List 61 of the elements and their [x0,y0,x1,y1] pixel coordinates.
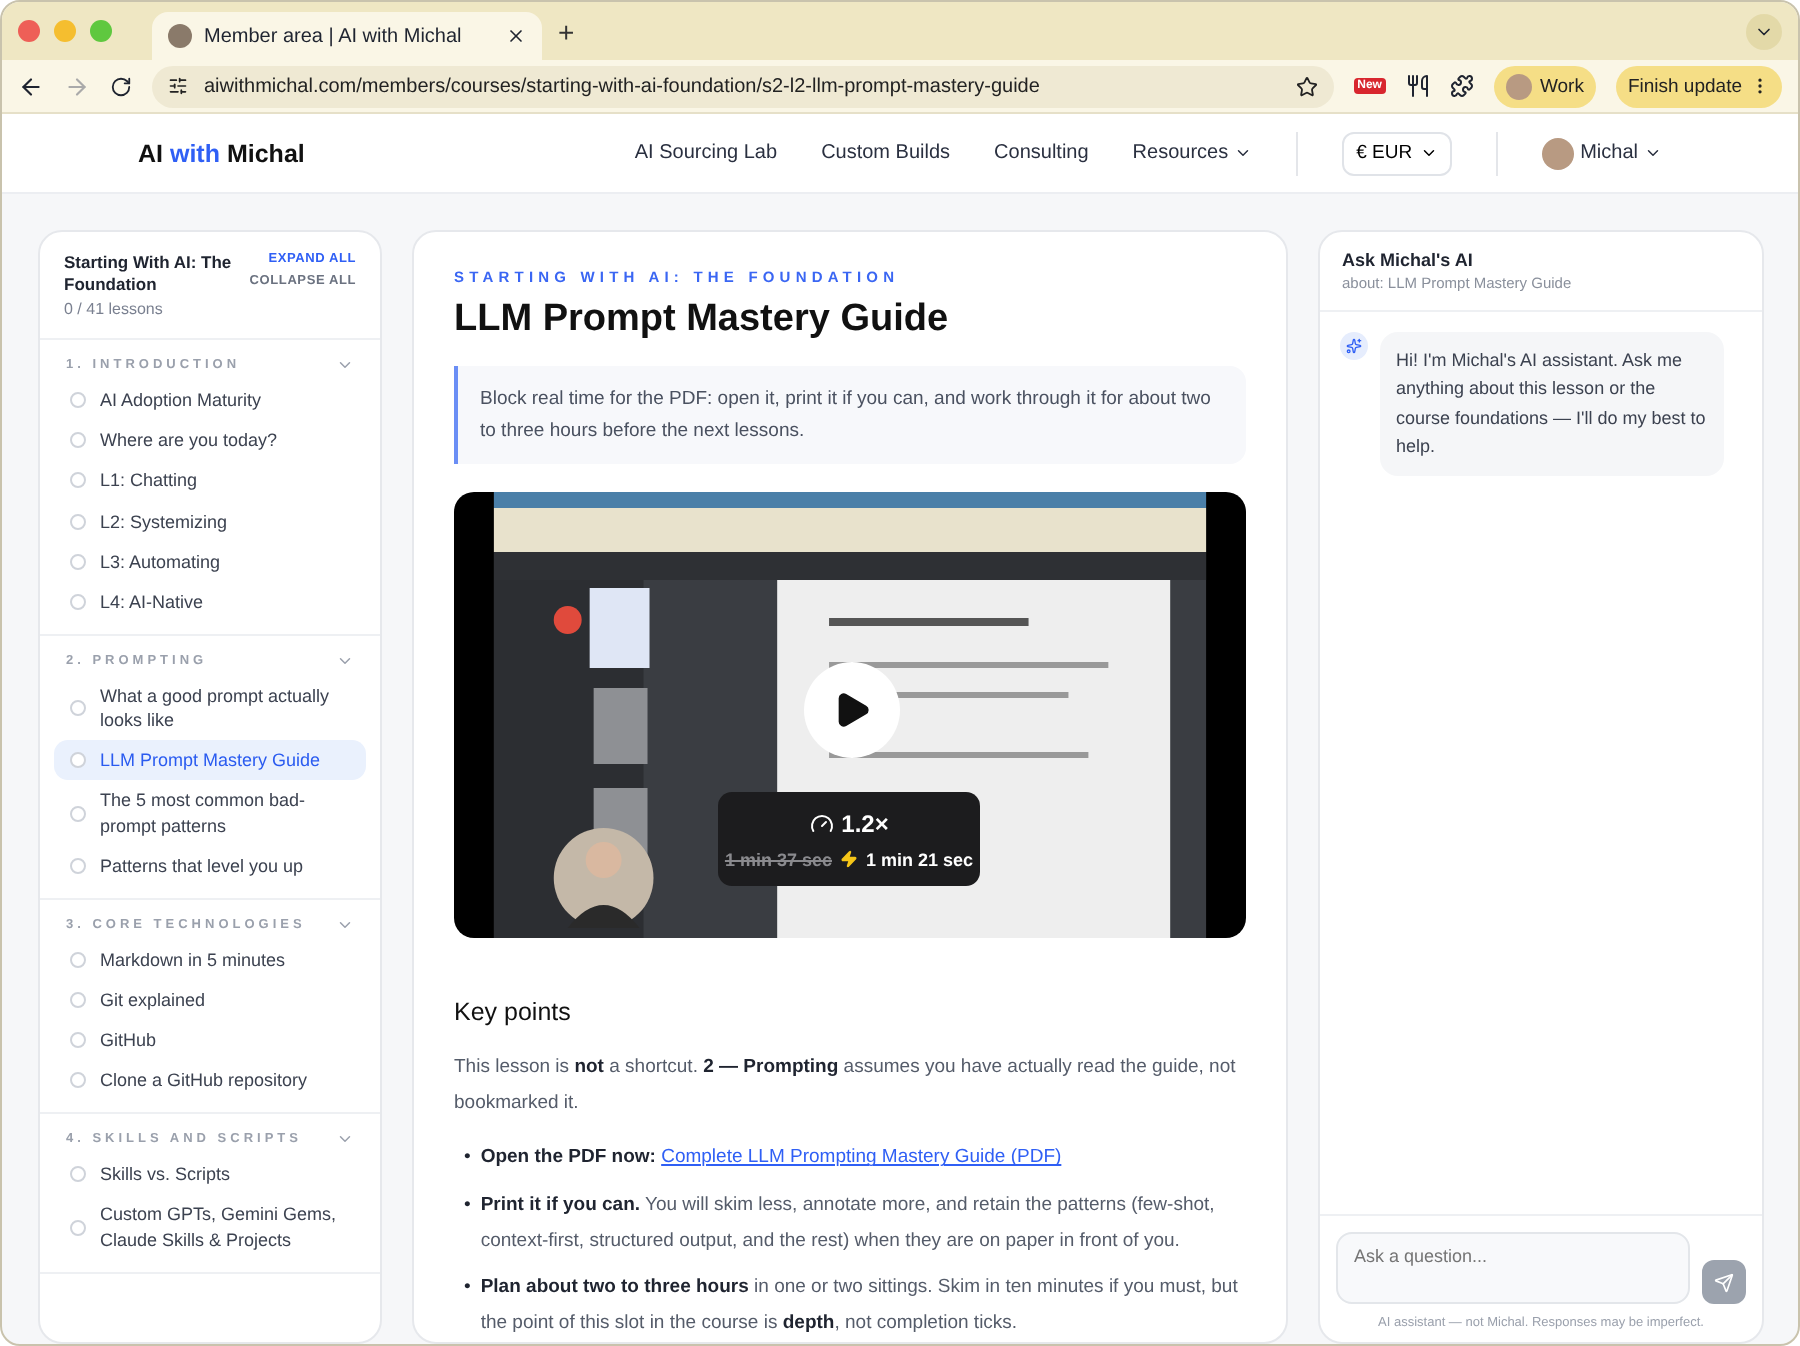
speed-text: 1.2× [841,809,889,838]
section-heading: Key points [454,998,573,1027]
currency-select[interactable]: € EUR [1342,131,1453,175]
lesson-item[interactable]: Skills vs. Scripts [54,1154,366,1195]
old-duration: 1 min 37 sec [724,849,832,870]
new-tab-button[interactable]: + [558,15,575,47]
callout-note: Block real time for the PDF: open it, print it if you can, and work through it for about two to three hours before the next lessons. [454,366,1246,465]
lesson-item[interactable]: Patterns that level you up [54,845,366,886]
lightning-icon [840,850,858,869]
chat-title: Ask Michal's AI [1342,250,1475,270]
nav-link[interactable]: Custom Builds [821,142,951,164]
reload-icon[interactable] [110,75,132,97]
bullet-text: Plan about two to three hours in one or two sittings. Skim in ten minutes if you must, but the point of this slot in the course is depth, not completion ticks. [480,1274,1240,1338]
chat-message: Hi! I'm Michal's AI assistant. Ask me anything about this lesson or the course foundations — I'll do my best to help. [1380,332,1724,476]
site-logo[interactable]: AI with Michal [138,139,305,167]
user-menu[interactable]: Michal [1542,137,1662,169]
nav-link[interactable]: AI Sourcing Lab [634,142,778,164]
puzzle-icon[interactable] [1449,74,1474,98]
lesson-item[interactable]: Markdown in 5 minutes [54,939,366,980]
back-icon[interactable] [18,73,44,99]
gauge-icon [809,811,834,836]
nav-dropdown[interactable]: Resources [1132,142,1253,164]
bullet-marker: • [464,1144,471,1173]
close-window-button[interactable] [18,20,40,42]
bullet-marker: • [464,1274,471,1303]
lesson-item[interactable]: The 5 most common bad-prompt patterns [54,780,366,846]
lesson-item[interactable]: Clone a GitHub repository [54,1060,366,1101]
lesson-item[interactable]: Custom GPTs, Gemini Gems, Claude Skills & Projects [54,1194,366,1260]
bullet-marker: • [464,1192,471,1221]
progress-text: 0 / 41 lessons [64,300,165,319]
close-icon[interactable] [506,26,526,46]
sparkle-icon [1340,332,1368,360]
update-button[interactable]: Finish update [1615,65,1782,107]
lesson-item[interactable]: L1: Chatting [54,460,366,502]
address-bar[interactable]: aiwithmichal.com/members/courses/starting-with-ai-foundation/s2-l2-llm-prompt-mastery-guide [152,65,1334,107]
lesson-item[interactable]: L3: Automating [54,541,366,582]
lesson-item[interactable]: AI Adoption Maturity [54,380,366,421]
lesson-item[interactable]: Git explained [54,979,366,1021]
new-duration: 1 min 21 sec [866,849,974,870]
fork-icon[interactable] [1405,74,1430,98]
chevron-down-icon [1234,144,1253,162]
send-icon [1714,1271,1734,1293]
lesson-item[interactable]: What a good prompt actually looks like [54,675,366,741]
course-title: Starting With AI: The Foundation [64,252,234,297]
lesson-item[interactable]: LLM Prompt Mastery Guide [54,740,366,781]
question-field[interactable]: Ask a question... [1336,1232,1690,1304]
browser-tab[interactable]: Member area | AI with Michal [152,12,542,60]
nav-link[interactable]: Consulting [994,142,1089,164]
chevron-down-icon [1644,144,1662,162]
bullet-text: Print it if you can. You will skim less, annotate more, and retain the patterns (few-shot, context-first, structured output, and the rest) when they are on paper in front of you. [480,1192,1217,1256]
pdf-link[interactable]: Complete LLM Prompting Mastery Guide (PDF) [661,1146,1062,1169]
profile-button[interactable]: Work [1493,65,1596,107]
avatar-icon [168,24,192,48]
lesson-item[interactable]: L2: Systemizing [54,501,366,542]
lesson-item[interactable]: Where are you today? [54,420,366,461]
lesson-item[interactable]: L4: AI-Native [54,581,366,622]
lesson-item[interactable]: GitHub [54,1020,366,1061]
lesson-title: LLM Prompt Mastery Guide [454,298,951,342]
paragraph: This lesson is not a shortcut. 2 — Prompting assumes you have actually read the guide, not bookmarked it. [454,1054,1238,1118]
bullet-text: Open the PDF now: Complete LLM Prompting Mastery Guide (PDF) [480,1144,1062,1173]
chevron-down-icon [1420,144,1439,162]
